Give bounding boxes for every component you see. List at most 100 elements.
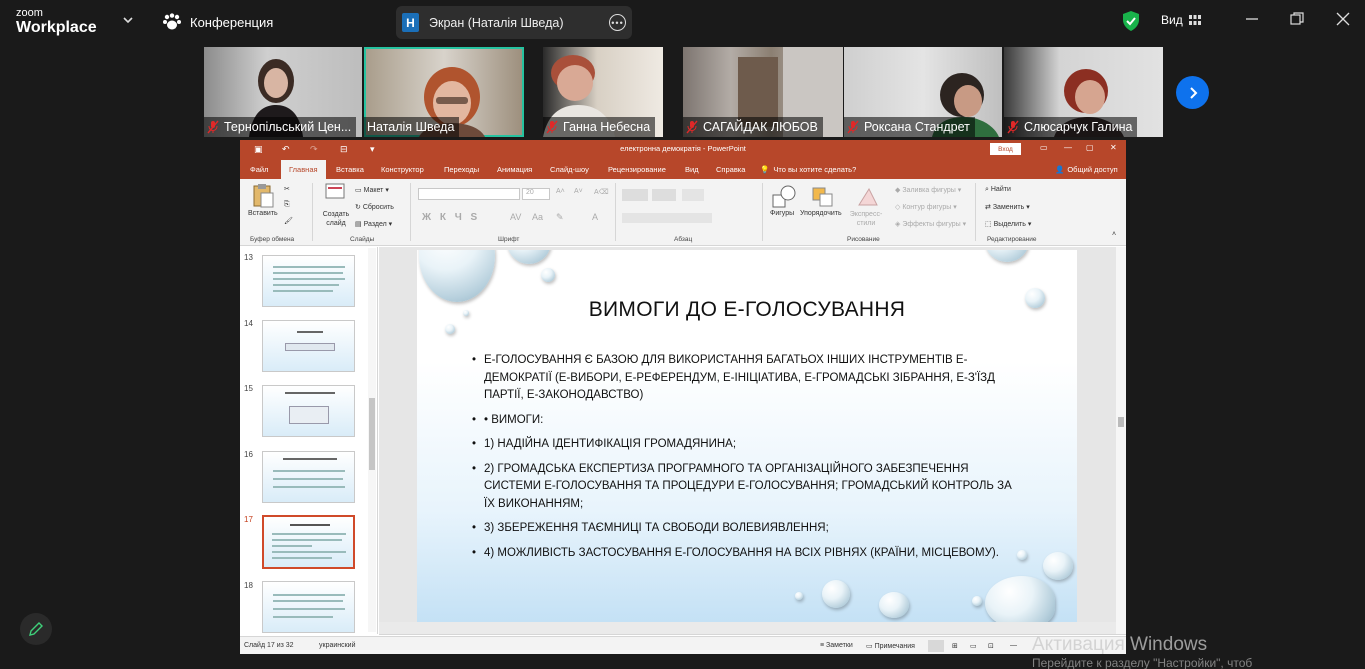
- thumb-text-line: [273, 600, 343, 602]
- participant-tile[interactable]: Тернопільський Цен...: [204, 47, 362, 137]
- increase-font-icon[interactable]: A˄: [556, 188, 565, 195]
- next-participants-button[interactable]: [1176, 76, 1209, 109]
- cut-icon[interactable]: ✂: [284, 185, 290, 193]
- thumbnail-scrollbar[interactable]: [368, 248, 376, 632]
- bullets-icon[interactable]: [622, 189, 648, 201]
- normal-view-icon[interactable]: [928, 640, 944, 652]
- shape-effects-button[interactable]: ◈ Эффекты фигуры ▾: [895, 220, 966, 228]
- collapse-ribbon-icon[interactable]: ˄: [1112, 231, 1116, 238]
- slide-canvas[interactable]: ВИМОГИ ДО Е-ГОЛОСУВАННЯ Е-ГОЛОСУВАННЯ Є …: [417, 250, 1077, 622]
- mic-muted-icon: [546, 120, 558, 134]
- slide-body[interactable]: Е-ГОЛОСУВАННЯ Є БАЗОЮ ДЛЯ ВИКОРИСТАННЯ Б…: [472, 352, 1017, 569]
- replace-button[interactable]: ⇄ Заменить ▾: [985, 203, 1030, 211]
- select-button[interactable]: ⬚ Выделить ▾: [985, 220, 1031, 228]
- ppt-close-icon[interactable]: ✕: [1110, 143, 1117, 152]
- paste-icon[interactable]: [252, 183, 274, 209]
- reading-view-icon[interactable]: ▭: [970, 642, 977, 650]
- notes-button[interactable]: ≡ Заметки: [820, 642, 853, 649]
- slide-thumbnail[interactable]: [262, 385, 355, 437]
- font-name-field[interactable]: [418, 188, 520, 200]
- shapes-icon[interactable]: [771, 185, 797, 209]
- ppt-status-bar: Слайд 17 из 32 украинский ≡ Заметки ▭ Пр…: [240, 636, 1126, 654]
- arrange-label[interactable]: Упорядочить: [800, 210, 842, 217]
- slide-sorter-icon[interactable]: ⊞: [952, 642, 958, 650]
- mic-muted-icon: [847, 120, 859, 134]
- tell-me-search[interactable]: 💡 Что вы хотите сделать?: [760, 160, 856, 179]
- alignment-buttons[interactable]: [622, 213, 712, 223]
- slide-thumbnail[interactable]: [262, 581, 355, 633]
- shapes-label[interactable]: Фигуры: [770, 210, 794, 217]
- tab-file[interactable]: Файл: [250, 160, 268, 179]
- font-style-buttons[interactable]: Ж К Ч S: [422, 212, 480, 223]
- font-size-field[interactable]: 20: [522, 188, 550, 200]
- arrange-icon[interactable]: [810, 185, 836, 209]
- slide-thumbnail[interactable]: [262, 451, 355, 503]
- share-button[interactable]: 👤 Общий доступ: [1055, 160, 1118, 179]
- participant-tile[interactable]: Роксана Стандрет: [844, 47, 1002, 137]
- more-options-icon[interactable]: •••: [609, 14, 626, 31]
- comments-button[interactable]: ▭ Примечания: [866, 642, 915, 650]
- tab-slideshow[interactable]: Слайд-шоу: [550, 160, 589, 179]
- tab-help[interactable]: Справка: [716, 160, 745, 179]
- change-case-icon[interactable]: Aa: [532, 212, 543, 222]
- char-spacing-icon[interactable]: AV: [510, 212, 521, 222]
- security-shield-icon[interactable]: [1121, 10, 1141, 32]
- ppt-maximize-icon[interactable]: ▢: [1086, 143, 1094, 152]
- participant-name: Ганна Небесна: [563, 120, 651, 134]
- slide-thumbnail[interactable]: [262, 320, 355, 372]
- chevron-down-icon[interactable]: [120, 12, 136, 28]
- tab-animations[interactable]: Анимация: [497, 160, 532, 179]
- tab-insert[interactable]: Вставка: [336, 160, 364, 179]
- slides-group-label: Слайды: [350, 236, 375, 243]
- lightbulb-icon: 💡: [760, 165, 770, 174]
- font-color-icon[interactable]: A: [592, 212, 598, 222]
- new-slide-label[interactable]: Создать слайд: [321, 210, 351, 228]
- decrease-font-icon[interactable]: A˅: [574, 188, 583, 195]
- find-button[interactable]: ⌕ Найти: [985, 186, 1011, 194]
- sign-in-button[interactable]: Вход: [990, 143, 1021, 155]
- conference-button[interactable]: Конференция: [162, 12, 273, 32]
- scroll-thumb[interactable]: [369, 398, 375, 470]
- slide-vertical-scrollbar[interactable]: [1116, 247, 1126, 634]
- participant-tile-active-speaker[interactable]: Наталія Шведа: [364, 47, 524, 137]
- tab-review[interactable]: Рецензирование: [608, 160, 666, 179]
- indent-icon[interactable]: [682, 189, 704, 201]
- zoom-out-icon[interactable]: —: [1010, 642, 1017, 649]
- annotate-button[interactable]: [20, 613, 52, 645]
- new-slide-icon[interactable]: [325, 183, 345, 207]
- shared-powerpoint-window: ▣ ↶ ↷ ⊟ ▾ електронна демократія - PowerP…: [240, 140, 1126, 654]
- shape-outline-button[interactable]: ◇ Контур фигуры ▾: [895, 203, 957, 211]
- ppt-minimize-icon[interactable]: —: [1064, 143, 1072, 152]
- screen-share-pill[interactable]: Н Экран (Наталія Шведа) •••: [396, 6, 632, 39]
- participant-tile[interactable]: Слюсарчук Галина: [1004, 47, 1163, 137]
- slide-thumbnail[interactable]: [262, 255, 355, 307]
- restore-icon[interactable]: [1289, 11, 1305, 27]
- tab-view[interactable]: Вид: [685, 160, 699, 179]
- numbering-icon[interactable]: [652, 189, 676, 201]
- clear-format-icon[interactable]: A⌫: [594, 188, 609, 196]
- copy-icon[interactable]: ⎘: [284, 201, 290, 209]
- layout-button[interactable]: ▭ Макет ▾: [355, 186, 389, 194]
- format-painter-icon[interactable]: 🖌: [284, 217, 293, 225]
- shape-fill-button[interactable]: ◆ Заливка фигуры ▾: [895, 186, 961, 194]
- scroll-thumb[interactable]: [1118, 417, 1124, 427]
- tab-design[interactable]: Конструктор: [381, 160, 424, 179]
- section-button[interactable]: ▤ Раздел ▾: [355, 220, 392, 228]
- quick-styles-icon[interactable]: [855, 185, 881, 209]
- thumb-text-line: [273, 616, 333, 618]
- participant-tile[interactable]: САГАЙДАК ЛЮБОВ: [683, 47, 843, 137]
- slide-thumbnail-selected[interactable]: [262, 515, 355, 569]
- paste-label[interactable]: Вставить: [248, 210, 278, 217]
- slide-title[interactable]: ВИМОГИ ДО Е-ГОЛОСУВАННЯ: [417, 298, 1077, 322]
- ribbon-options-icon[interactable]: ▭: [1040, 143, 1048, 152]
- tab-home[interactable]: Главная: [281, 160, 326, 179]
- quick-styles-label[interactable]: Экспресс-стили: [848, 210, 884, 228]
- reset-button[interactable]: ↻ Сбросить: [355, 203, 394, 211]
- minimize-icon[interactable]: [1244, 11, 1260, 27]
- tab-transitions[interactable]: Переходы: [444, 160, 479, 179]
- participant-tile[interactable]: Ганна Небесна: [543, 47, 663, 137]
- highlight-icon[interactable]: ✎: [556, 212, 564, 223]
- view-button[interactable]: Вид: [1161, 13, 1201, 27]
- slideshow-view-icon[interactable]: ⊡: [988, 642, 994, 650]
- close-icon[interactable]: [1335, 11, 1351, 27]
